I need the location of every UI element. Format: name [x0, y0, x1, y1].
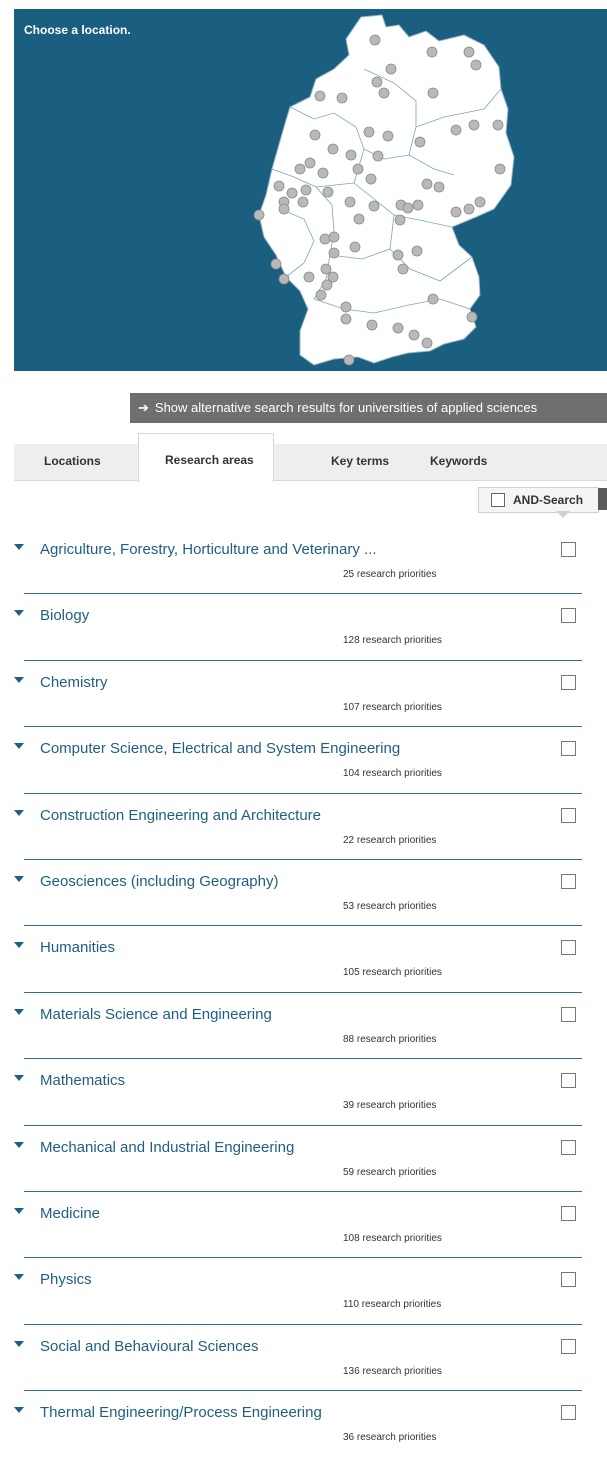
- tab-key-terms[interactable]: Key terms: [331, 454, 389, 468]
- and-search-toggle[interactable]: AND-Search: [478, 487, 599, 513]
- research-area-count: 136 research priorities: [343, 1365, 442, 1377]
- caret-down-icon[interactable]: [14, 1407, 24, 1414]
- search-tabs: Locations Research areas Key terms Keywo…: [14, 433, 607, 482]
- research-area-name[interactable]: Geosciences (including Geography): [40, 873, 278, 890]
- tab-research-areas-label: Research areas: [165, 453, 254, 467]
- caret-down-icon[interactable]: [14, 1207, 24, 1214]
- caret-down-icon[interactable]: [14, 1075, 24, 1082]
- location-map[interactable]: Choose a location.: [14, 9, 607, 371]
- side-indicator: [598, 488, 607, 510]
- research-area-count: 59 research priorities: [343, 1166, 437, 1178]
- research-area-list: Agriculture, Forestry, Horticulture and …: [14, 528, 582, 1457]
- caret-down-icon[interactable]: [14, 743, 24, 750]
- research-area-name[interactable]: Social and Behavioural Sciences: [40, 1338, 258, 1355]
- tab-strip: [14, 444, 607, 481]
- research-area-count: 53 research priorities: [343, 900, 437, 912]
- research-area-checkbox[interactable]: [561, 1405, 576, 1421]
- research-area-checkbox[interactable]: [561, 1073, 576, 1089]
- list-item: Biology 128 research priorities: [14, 594, 582, 661]
- caret-down-icon[interactable]: [14, 942, 24, 949]
- research-area-count: 128 research priorities: [343, 635, 442, 647]
- research-area-checkbox[interactable]: [561, 741, 576, 757]
- research-area-count: 105 research priorities: [343, 967, 442, 979]
- research-area-count: 110 research priorities: [343, 1299, 442, 1311]
- research-area-checkbox[interactable]: [561, 807, 576, 823]
- research-area-count: 22 research priorities: [343, 834, 437, 846]
- list-item: Humanities 105 research priorities: [14, 926, 582, 993]
- tab-locations[interactable]: Locations: [44, 454, 101, 468]
- tab-keywords[interactable]: Keywords: [430, 454, 487, 468]
- arrow-right-icon: ➔: [138, 400, 149, 415]
- list-item: Physics 110 research priorities: [14, 1258, 582, 1325]
- caret-down-icon[interactable]: [14, 875, 24, 882]
- alternative-results-button[interactable]: ➔ Show alternative search results for uni…: [130, 393, 607, 423]
- research-area-checkbox[interactable]: [561, 940, 576, 956]
- research-area-name[interactable]: Humanities: [40, 939, 115, 956]
- caret-down-icon[interactable]: [14, 809, 24, 816]
- research-area-checkbox[interactable]: [561, 674, 576, 690]
- research-area-name[interactable]: Agriculture, Forestry, Horticulture and …: [40, 541, 377, 558]
- alternative-results-label: Show alternative search results for univ…: [154, 400, 538, 415]
- research-area-checkbox[interactable]: [561, 542, 576, 557]
- caret-down-icon[interactable]: [14, 610, 24, 617]
- list-item: Construction Engineering and Architectur…: [14, 794, 582, 860]
- list-item: Chemistry 107 research priorities: [14, 661, 582, 728]
- list-item: Agriculture, Forestry, Horticulture and …: [14, 528, 582, 595]
- research-area-name[interactable]: Biology: [40, 607, 89, 624]
- caret-down-icon[interactable]: [14, 1274, 24, 1281]
- list-item: Medicine 108 research priorities: [14, 1192, 582, 1259]
- research-area-name[interactable]: Thermal Engineering/Process Engineering: [40, 1404, 322, 1421]
- research-area-name[interactable]: Materials Science and Engineering: [40, 1006, 272, 1023]
- list-item: Computer Science, Electrical and System …: [14, 727, 582, 794]
- research-area-name[interactable]: Construction Engineering and Architectur…: [40, 807, 321, 824]
- caret-down-icon[interactable]: [14, 676, 24, 683]
- list-item: Geosciences (including Geography) 53 rese…: [14, 860, 582, 927]
- and-search-checkbox[interactable]: [491, 493, 505, 507]
- list-item: Thermal Engineering/Process Engineering 3…: [14, 1391, 582, 1457]
- caret-down-icon[interactable]: [14, 544, 24, 550]
- caret-down-icon[interactable]: [14, 1141, 24, 1148]
- research-area-checkbox[interactable]: [561, 873, 576, 889]
- research-area-checkbox[interactable]: [561, 1338, 576, 1354]
- research-area-name[interactable]: Mechanical and Industrial Engineering: [40, 1139, 294, 1156]
- research-area-checkbox[interactable]: [561, 1272, 576, 1288]
- research-area-count: 39 research priorities: [343, 1100, 437, 1112]
- research-area-count: 104 research priorities: [343, 768, 442, 780]
- research-area-checkbox[interactable]: [561, 1006, 576, 1022]
- caret-down-icon[interactable]: [14, 1340, 24, 1347]
- tab-research-areas[interactable]: Research areas: [138, 433, 274, 482]
- and-search-pointer: [556, 511, 570, 518]
- research-area-checkbox[interactable]: [561, 1205, 576, 1221]
- research-area-name[interactable]: Mathematics: [40, 1072, 125, 1089]
- research-area-name[interactable]: Chemistry: [40, 674, 108, 691]
- research-area-count: 107 research priorities: [343, 701, 442, 713]
- research-area-checkbox[interactable]: [561, 1139, 576, 1155]
- research-area-checkbox[interactable]: [561, 608, 576, 624]
- research-area-count: 25 research priorities: [343, 569, 437, 580]
- research-area-name[interactable]: Computer Science, Electrical and System …: [40, 740, 400, 757]
- and-search-label: AND-Search: [513, 493, 584, 507]
- list-item: Mathematics 39 research priorities: [14, 1059, 582, 1126]
- list-item: Mechanical and Industrial Engineering 59 …: [14, 1126, 582, 1192]
- caret-down-icon[interactable]: [14, 1008, 24, 1015]
- research-area-name[interactable]: Physics: [40, 1271, 92, 1288]
- research-area-count: 108 research priorities: [343, 1232, 442, 1244]
- germany-map[interactable]: [14, 9, 607, 371]
- research-area-count: 36 research priorities: [343, 1432, 437, 1444]
- list-item: Materials Science and Engineering 88 rese…: [14, 993, 582, 1060]
- list-item: Social and Behavioural Sciences 136 resea…: [14, 1325, 582, 1392]
- research-area-name[interactable]: Medicine: [40, 1205, 100, 1222]
- research-area-count: 88 research priorities: [343, 1033, 437, 1045]
